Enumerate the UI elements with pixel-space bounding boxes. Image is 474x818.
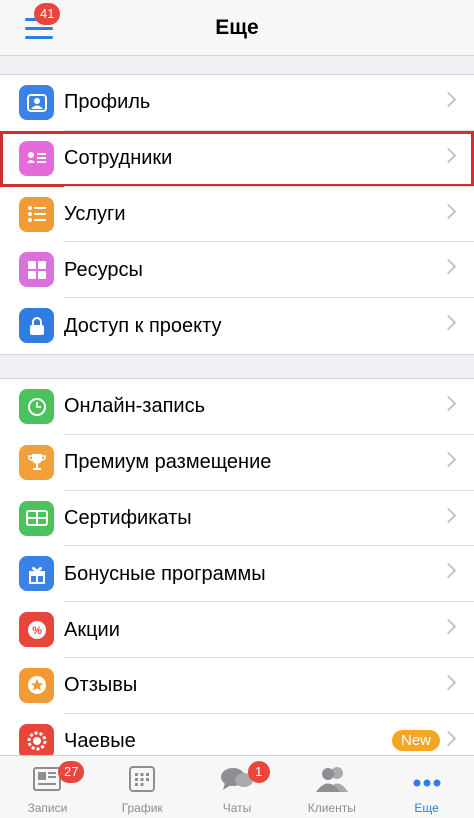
tab-chats[interactable]: 1 Чаты	[190, 756, 285, 818]
settings-group-features: Онлайн-запись Премиум размещение Сертифи…	[0, 378, 474, 770]
row-staff[interactable]: Сотрудники	[0, 130, 474, 187]
profile-icon	[19, 85, 54, 120]
svg-text:%: %	[32, 625, 42, 637]
row-certificates[interactable]: Сертификаты	[0, 491, 474, 547]
row-profile[interactable]: Профиль	[0, 75, 474, 131]
more-dots-icon	[413, 774, 441, 792]
new-badge: New	[391, 729, 440, 751]
clock-icon	[19, 389, 54, 424]
settings-group-main: Профиль Сотрудники Услуги Ресурсы Доступ…	[0, 74, 474, 355]
gift-icon	[19, 556, 54, 592]
row-label: Бонусные программы	[64, 562, 266, 585]
tab-clients[interactable]: Клиенты	[284, 756, 379, 818]
row-label: Онлайн-запись	[64, 395, 205, 418]
clients-icon	[315, 765, 349, 798]
row-label: Доступ к проекту	[64, 314, 222, 337]
tips-icon	[19, 723, 54, 759]
calendar-icon	[128, 765, 156, 798]
tab-label: График	[121, 801, 163, 815]
row-label: Услуги	[64, 202, 126, 225]
chevron-right-icon	[440, 259, 457, 275]
staff-card-icon	[19, 140, 54, 176]
tab-label: Чаты	[222, 801, 252, 815]
tab-records[interactable]: 27 Записи	[0, 756, 95, 818]
tab-label: Клиенты	[307, 801, 356, 815]
row-label: Сотрудники	[64, 147, 173, 170]
tab-badge: 1	[247, 761, 270, 783]
lock-icon	[19, 308, 54, 344]
row-label: Ресурсы	[64, 258, 143, 281]
row-project-access[interactable]: Доступ к проекту	[0, 298, 474, 354]
row-label: Акции	[64, 618, 120, 641]
trophy-icon	[19, 444, 54, 480]
percent-icon: %	[19, 612, 54, 648]
row-label: Профиль	[64, 91, 151, 114]
chevron-right-icon	[440, 314, 457, 331]
tab-schedule[interactable]: График	[95, 756, 190, 818]
list-icon	[19, 196, 54, 232]
tab-badge: 27	[58, 761, 85, 783]
chevron-right-icon	[440, 507, 457, 523]
chevron-right-icon	[440, 563, 457, 579]
row-label: Премиум размещение	[64, 451, 272, 474]
row-label: Сертификаты	[64, 506, 192, 529]
chevron-right-icon	[440, 203, 457, 219]
chevron-right-icon	[440, 674, 457, 691]
grid-icon	[19, 252, 54, 288]
chevron-right-icon	[440, 147, 457, 164]
row-label: Отзывы	[64, 674, 138, 697]
row-resources[interactable]: Ресурсы	[0, 242, 474, 299]
certificate-icon	[19, 500, 54, 536]
chevron-right-icon	[440, 451, 457, 468]
row-reviews[interactable]: Отзывы	[0, 658, 474, 714]
navigation-bar: 41 Еще	[0, 0, 474, 56]
tab-more[interactable]: Еще	[379, 756, 474, 818]
row-label: Чаевые	[64, 730, 136, 753]
chevron-right-icon	[440, 618, 457, 635]
row-promotions[interactable]: % Акции	[0, 602, 474, 658]
tab-label: Еще	[414, 801, 439, 815]
row-premium[interactable]: Премиум размещение	[0, 435, 474, 491]
chevron-right-icon	[440, 730, 457, 747]
row-online-booking[interactable]: Онлайн-запись	[0, 379, 474, 435]
star-icon	[19, 667, 54, 703]
page-title: Еще	[215, 16, 259, 39]
tab-label: Записи	[27, 801, 68, 815]
tab-bar: 27 Записи График 1 Чаты Клиенты Еще	[0, 755, 474, 818]
chevron-right-icon	[440, 91, 457, 108]
row-services[interactable]: Услуги	[0, 187, 474, 243]
chevron-right-icon	[440, 395, 457, 412]
row-bonus-programs[interactable]: Бонусные программы	[0, 546, 474, 603]
